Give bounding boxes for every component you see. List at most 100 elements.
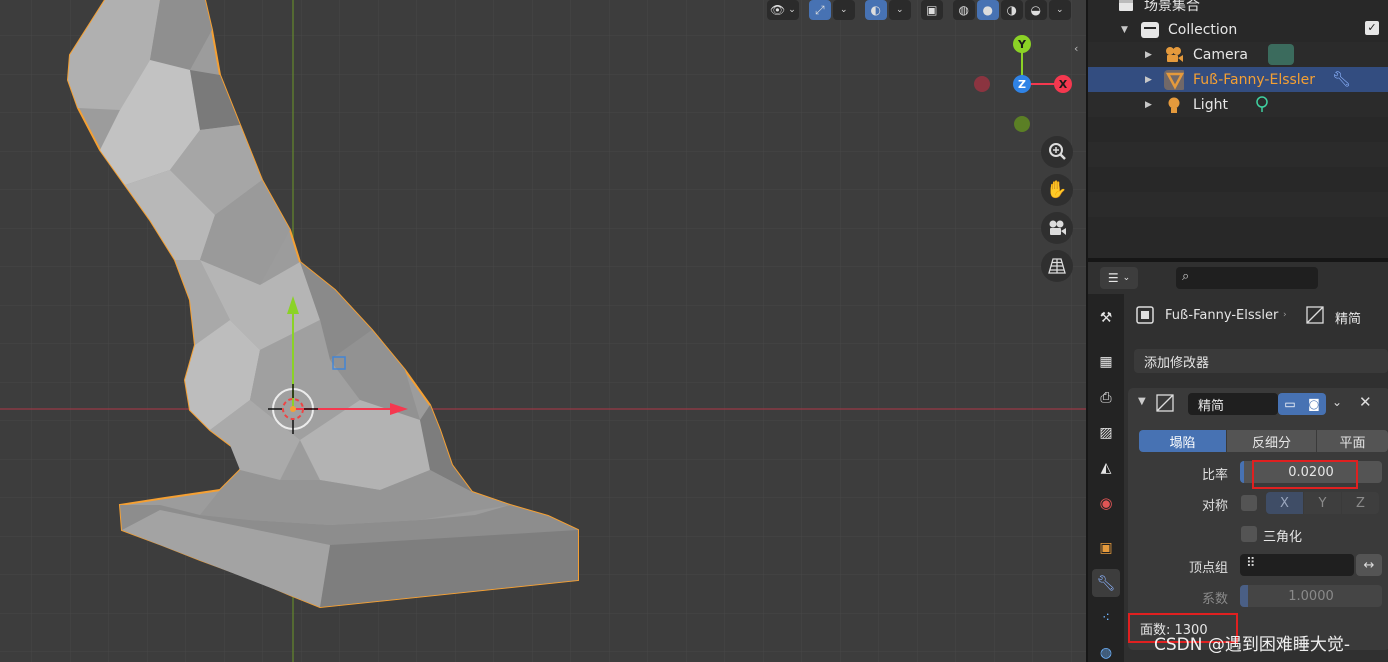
triangulate-label: 三角化 (1263, 530, 1303, 545)
shading-options-dropdown[interactable]: ⌄ (1048, 0, 1071, 20)
xray-icon: ▣ (926, 3, 938, 17)
tab-render[interactable]: ▦ (1092, 348, 1120, 376)
3d-viewport[interactable]: Y Z X 👁 ⌄ ⤢ ⌄ ◐ ⌄ ▣ ◍ ● ◑ ◒ ⌄ ‹ ✋ (0, 0, 1086, 662)
collapse-triangle-icon[interactable]: ▼ (1138, 396, 1146, 407)
pan-button[interactable]: ✋ (1041, 174, 1073, 206)
outliner-empty-row (1088, 117, 1388, 142)
sidebar-toggle-arrow-icon[interactable]: ‹ (1074, 42, 1078, 55)
tab-object[interactable]: ▣ (1092, 534, 1120, 562)
rendered-sphere-icon: ◒ (1030, 3, 1042, 17)
tab-physics[interactable]: ◍ (1092, 639, 1120, 662)
decimate-icon (1306, 306, 1324, 328)
light-data-icon[interactable] (1253, 95, 1271, 117)
tab-modifiers[interactable]: 🔧︎ (1092, 569, 1120, 597)
properties-search-input[interactable]: ⌕ (1176, 267, 1318, 289)
remove-modifier-close-icon[interactable]: ✕ (1359, 393, 1372, 411)
solid-sphere-icon: ● (982, 3, 994, 17)
gizmo-toggle-button[interactable]: ⤢ (808, 0, 831, 20)
camera-view-button[interactable] (1041, 212, 1073, 244)
mode-planar-tab[interactable]: 平面 (1317, 430, 1388, 452)
properties-header: ☰ ⌄ ⌕ (1088, 262, 1388, 294)
object-icon: ▣ (1099, 540, 1113, 556)
chevron-down-icon: ⌄ (788, 5, 796, 15)
vertex-group-label: 顶点组 (1188, 561, 1228, 576)
editor-type-dropdown[interactable]: ☰ ⌄ (1100, 267, 1138, 289)
scene-icon: ◭ (1100, 460, 1112, 476)
show-in-viewport-toggle[interactable]: ▭ (1278, 393, 1302, 415)
tab-output[interactable]: ⎙ (1092, 384, 1120, 412)
light-label: Light (1193, 96, 1228, 113)
expand-right-triangle-icon[interactable]: ▶ (1145, 75, 1152, 85)
factor-label: 系数 (1201, 592, 1228, 607)
material-shading-button[interactable]: ◑ (1000, 0, 1023, 20)
factor-slider[interactable]: 1.0000 (1240, 585, 1382, 607)
properties-panel: ☰ ⌄ ⌕ ⚒ ▦ ⎙ ▨ ◭ ◉ ▣ 🔧︎ ⁖ ◍ Fuß-Fanny-Els… (1088, 262, 1388, 662)
decimate-modifier-panel (1128, 388, 1388, 650)
symmetry-axis-z[interactable]: Z (1342, 492, 1379, 514)
overlays-options-dropdown[interactable]: ⌄ (888, 0, 911, 20)
outliner-empty-row (1088, 217, 1388, 242)
tab-tool[interactable]: ⚒ (1092, 304, 1120, 332)
solid-shading-button[interactable]: ● (976, 0, 999, 20)
material-sphere-icon: ◑ (1006, 3, 1018, 17)
modifier-menu-chevron-icon[interactable]: ⌄ (1332, 395, 1342, 409)
symmetry-axis-y[interactable]: Y (1304, 492, 1341, 514)
properties-tab-bar: ⚒ ▦ ⎙ ▨ ◭ ◉ ▣ 🔧︎ ⁖ ◍ (1088, 294, 1124, 662)
outliner-row-light[interactable]: ▶ Light (1088, 92, 1388, 117)
outliner-row-camera[interactable]: ▶ Camera (1088, 42, 1388, 67)
wireframe-shading-button[interactable]: ◍ (952, 0, 975, 20)
wireframe-sphere-icon: ◍ (958, 3, 970, 17)
triangulate-checkbox[interactable] (1241, 526, 1257, 542)
modifier-name-input[interactable]: 精简 (1188, 393, 1278, 415)
viewport-grid: Y Z X (0, 0, 1086, 662)
rendered-shading-button[interactable]: ◒ (1024, 0, 1047, 20)
mode-unsubdivide-tab[interactable]: 反细分 (1227, 430, 1316, 452)
object-icon (1136, 306, 1154, 328)
decimate-icon (1156, 394, 1174, 416)
breadcrumb-modifier: 精简 (1335, 312, 1362, 327)
camera-data-icon[interactable] (1268, 44, 1294, 65)
expand-right-triangle-icon[interactable]: ▶ (1145, 50, 1152, 60)
csdn-watermark: CSDN @遇到困难睡大觉- (1154, 635, 1351, 655)
symmetry-checkbox[interactable] (1241, 495, 1257, 511)
gizmo-options-dropdown[interactable]: ⌄ (832, 0, 855, 20)
monitor-icon: ▭ (1284, 397, 1296, 411)
breadcrumb-object: Fuß-Fanny-Elssler (1165, 308, 1279, 323)
tab-scene[interactable]: ◭ (1092, 454, 1120, 482)
wrench-modifier-icon[interactable]: 🔧︎ (1332, 70, 1351, 88)
printer-icon: ⎙ (1100, 390, 1112, 406)
ratio-label: 比率 (1201, 468, 1228, 483)
zoom-button[interactable] (1041, 136, 1073, 168)
tab-view-layer[interactable]: ▨ (1092, 419, 1120, 447)
chevron-down-icon: ⌄ (1122, 273, 1131, 283)
show-in-render-toggle[interactable]: ◙ (1302, 393, 1326, 415)
outliner-row-scene-collection[interactable]: 场景集合 (1088, 0, 1388, 17)
scene-collection-label: 场景集合 (1144, 0, 1200, 14)
object-visibility-button[interactable]: 👁 ⌄ (767, 0, 799, 20)
expand-down-triangle-icon[interactable]: ▼ (1121, 25, 1128, 35)
camera-object-icon (1164, 45, 1184, 65)
collection-box-icon (1116, 0, 1136, 15)
grid-perspective-icon (1048, 258, 1066, 274)
search-icon: ⌕ (1182, 269, 1190, 284)
mode-collapse-tab[interactable]: 塌陷 (1139, 430, 1226, 452)
outliner-row-foot-object[interactable]: ▶ Fuß-Fanny-Elssler 🔧︎ (1088, 67, 1388, 92)
collection-checkbox[interactable]: ✓ (1365, 21, 1379, 35)
symmetry-axis-x[interactable]: X (1266, 492, 1303, 514)
gizmo-z-label: Z (1018, 78, 1026, 91)
add-modifier-button[interactable]: 添加修改器 (1134, 349, 1388, 373)
expand-right-triangle-icon[interactable]: ▶ (1145, 100, 1152, 110)
invert-vertex-group-button[interactable]: ↔ (1356, 554, 1382, 576)
perspective-toggle-button[interactable] (1041, 250, 1073, 282)
camera-icon: ◙ (1308, 397, 1320, 411)
tab-world[interactable]: ◉ (1092, 489, 1120, 517)
xray-toggle-button[interactable]: ▣ (920, 0, 943, 20)
gizmo-icon: ⤢ (814, 2, 825, 17)
vertex-group-field[interactable]: ⠿ (1240, 554, 1354, 576)
outliner-row-collection[interactable]: ▼ Collection ✓ (1088, 17, 1388, 42)
overlays-toggle-button[interactable]: ◐ (864, 0, 887, 20)
highlight-box-ratio (1252, 460, 1358, 489)
outliner-panel: 场景集合 ▼ Collection ✓ ▶ Camera ▶ Fuß-Fanny… (1088, 0, 1388, 258)
tab-particles[interactable]: ⁖ (1092, 604, 1120, 632)
wrench-icon: 🔧︎ (1096, 574, 1116, 592)
